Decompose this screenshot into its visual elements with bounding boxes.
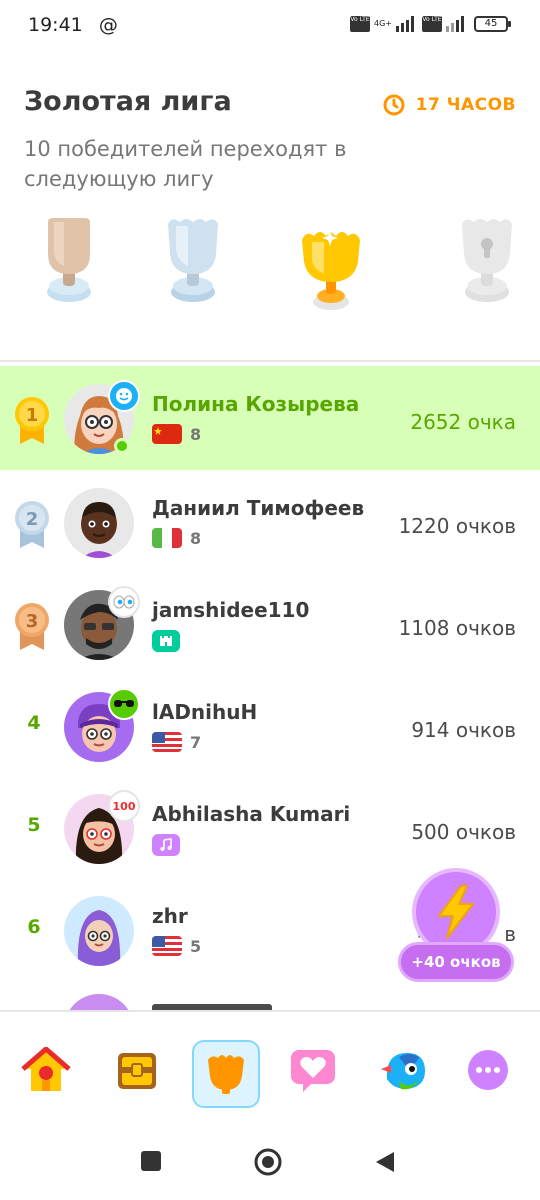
100-badge-icon: 100 <box>108 790 140 822</box>
nav-leagues[interactable] <box>192 1040 260 1108</box>
sunglasses-badge-icon <box>108 688 140 720</box>
leaderboard-row[interactable]: 1 Полина Козырева 8 2652 очка <box>0 366 540 470</box>
home-button-icon[interactable] <box>254 1148 282 1176</box>
user-name: Даниил Тимофеев <box>152 496 365 520</box>
china-flag-icon <box>152 424 182 444</box>
league-subtitle: 10 победителей переходят в следующую лиг… <box>24 137 347 191</box>
svg-text:100: 100 <box>113 800 136 813</box>
clock-text: 19:41 <box>28 14 83 36</box>
usa-flag-icon <box>152 732 182 752</box>
music-icon <box>152 834 180 856</box>
italy-flag-icon <box>152 528 182 548</box>
status-time: 19:41 @ <box>28 14 118 36</box>
status-icons: Vo LTE 4G+ Vo LTE 45 <box>350 16 511 32</box>
user-avatar-icon <box>81 502 117 558</box>
leaderboard-row[interactable]: 5 100 Abhilasha Kumari 500 очков <box>0 776 540 880</box>
avatar[interactable] <box>64 994 134 1010</box>
user-name: zhr <box>152 904 188 928</box>
xp-boost[interactable]: +40 очков <box>398 868 518 984</box>
recents-button-icon[interactable] <box>140 1150 162 1172</box>
user-name: lADnihuH <box>152 700 258 724</box>
boost-label[interactable]: +40 очков <box>398 942 514 982</box>
system-nav-bar <box>0 1124 540 1200</box>
castle-icon <box>152 630 180 652</box>
rank-number: 4 <box>27 712 41 734</box>
leaderboard-row[interactable]: 3 jamshidee110 1108 очков <box>0 572 540 676</box>
bronze-medal-icon: 3 <box>15 603 49 650</box>
network-type: 4G+ <box>374 19 392 28</box>
user-meta <box>152 834 180 856</box>
rank-number: 6 <box>27 916 41 938</box>
signal-icon <box>396 16 414 32</box>
streak-count: 8 <box>190 528 202 548</box>
streak-count: 7 <box>190 732 202 752</box>
header-divider <box>0 360 540 362</box>
nav-chest[interactable] <box>107 1040 167 1100</box>
volte-icon-2: Vo LTE <box>422 16 442 32</box>
eyes-badge-icon <box>108 586 140 618</box>
battery-icon: 45 <box>474 16 511 32</box>
volte-icon: Vo LTE <box>350 16 370 32</box>
timer-text: 17 ЧАСОВ <box>415 95 516 115</box>
locked-trophy-icon[interactable] <box>452 214 522 314</box>
status-bar: 19:41 @ Vo LTE 4G+ Vo LTE 45 <box>0 0 540 52</box>
user-meta: 5 <box>152 936 201 956</box>
more-icon <box>468 1050 508 1090</box>
back-button-icon[interactable] <box>374 1150 396 1174</box>
trophy-shield-icon <box>208 1055 244 1094</box>
user-meta: 7 <box>152 732 201 752</box>
gold-medal-icon: 1 <box>15 397 49 444</box>
streak-count: 5 <box>190 936 202 956</box>
notification-icon: @ <box>98 14 118 36</box>
svg-text:3: 3 <box>26 611 39 632</box>
usa-flag-icon <box>152 936 182 956</box>
house-icon <box>21 1047 71 1091</box>
leaderboard-row[interactable] <box>0 980 540 1010</box>
user-name: Полина Козырева <box>152 392 360 416</box>
bronze-trophy-icon[interactable] <box>34 214 104 314</box>
avatar[interactable] <box>64 896 134 966</box>
signal-icon-2 <box>446 16 464 32</box>
user-meta: 8 <box>152 424 201 444</box>
heart-chat-icon <box>291 1050 335 1092</box>
nav-home[interactable] <box>16 1040 76 1100</box>
league-title: Золотая лига <box>24 86 232 117</box>
user-xp: 500 очков <box>411 820 516 844</box>
leaderboard-row[interactable]: 4 lADnihuH 7 914 очков <box>0 674 540 778</box>
svg-text:1: 1 <box>26 405 39 426</box>
user-avatar-icon <box>77 910 121 966</box>
nav-character[interactable] <box>374 1040 434 1100</box>
bottom-nav <box>0 1010 540 1124</box>
user-name: Abhilasha Kumari <box>152 802 351 826</box>
silver-trophy-icon[interactable] <box>158 214 228 314</box>
nav-more[interactable] <box>458 1040 518 1100</box>
nav-friends[interactable] <box>283 1040 343 1100</box>
clock-icon <box>383 94 405 116</box>
user-name: jamshidee110 <box>152 598 310 622</box>
avatar[interactable] <box>64 488 134 558</box>
leaderboard-row[interactable]: 2 Даниил Тимофеев 8 1220 очков <box>0 470 540 574</box>
gold-trophy-icon[interactable] <box>296 228 366 328</box>
rank-number: 5 <box>27 814 41 836</box>
user-meta <box>152 630 180 652</box>
user-xp: 1108 очков <box>398 616 516 640</box>
chest-icon <box>118 1053 156 1089</box>
lightning-icon <box>438 885 474 939</box>
user-xp: 914 очков <box>411 718 516 742</box>
svg-text:2: 2 <box>26 509 39 530</box>
silver-medal-icon: 2 <box>15 501 49 548</box>
bird-icon <box>381 1053 425 1090</box>
online-indicator <box>114 438 130 454</box>
smile-badge-icon <box>108 380 140 412</box>
league-timer: 17 ЧАСОВ <box>382 93 516 117</box>
user-xp: 2652 очка <box>410 410 516 434</box>
user-meta: 8 <box>152 528 201 548</box>
user-xp: 1220 очков <box>398 514 516 538</box>
streak-count: 8 <box>190 424 202 444</box>
